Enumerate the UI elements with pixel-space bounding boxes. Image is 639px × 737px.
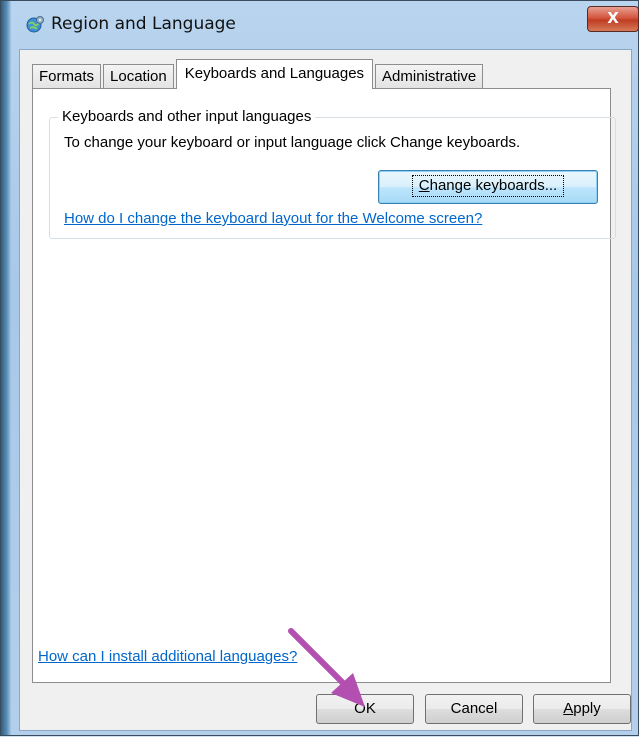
tab-keyboards-and-languages[interactable]: Keyboards and Languages xyxy=(175,59,374,89)
apply-label: pply xyxy=(573,700,601,717)
focus-rectangle: Change keyboards... xyxy=(411,175,565,197)
ok-button[interactable]: OK xyxy=(316,694,414,724)
tab-administrative[interactable]: Administrative xyxy=(375,64,484,88)
change-keyboards-label: hange keyboards... xyxy=(429,177,558,194)
tab-location[interactable]: Location xyxy=(103,64,174,88)
keyboards-groupbox: Keyboards and other input languages To c… xyxy=(49,108,616,239)
welcome-screen-keyboard-link[interactable]: How do I change the keyboard layout for … xyxy=(64,210,482,227)
tab-strip: Formats Location Keyboards and Languages… xyxy=(32,58,485,89)
apply-button[interactable]: Apply xyxy=(533,694,631,724)
dialog-client-area: Formats Location Keyboards and Languages… xyxy=(19,49,632,731)
region-language-window: Region and Language X Formats Location K… xyxy=(0,0,639,736)
cancel-button[interactable]: Cancel xyxy=(425,694,523,724)
mnemonic-a: A xyxy=(563,700,574,717)
change-keyboards-button[interactable]: Change keyboards... xyxy=(378,170,598,204)
globe-gear-icon xyxy=(25,15,45,35)
install-languages-link[interactable]: How can I install additional languages? xyxy=(38,648,297,665)
window-title: Region and Language xyxy=(51,14,236,34)
title-bar[interactable]: Region and Language X xyxy=(11,1,639,45)
mnemonic-c: C xyxy=(418,177,430,194)
groupbox-title: Keyboards and other input languages xyxy=(58,108,316,125)
tab-panel: Keyboards and other input languages To c… xyxy=(32,88,616,683)
close-button[interactable]: X xyxy=(587,6,639,32)
tab-formats[interactable]: Formats xyxy=(32,64,102,88)
groupbox-description: To change your keyboard or input languag… xyxy=(64,134,521,151)
